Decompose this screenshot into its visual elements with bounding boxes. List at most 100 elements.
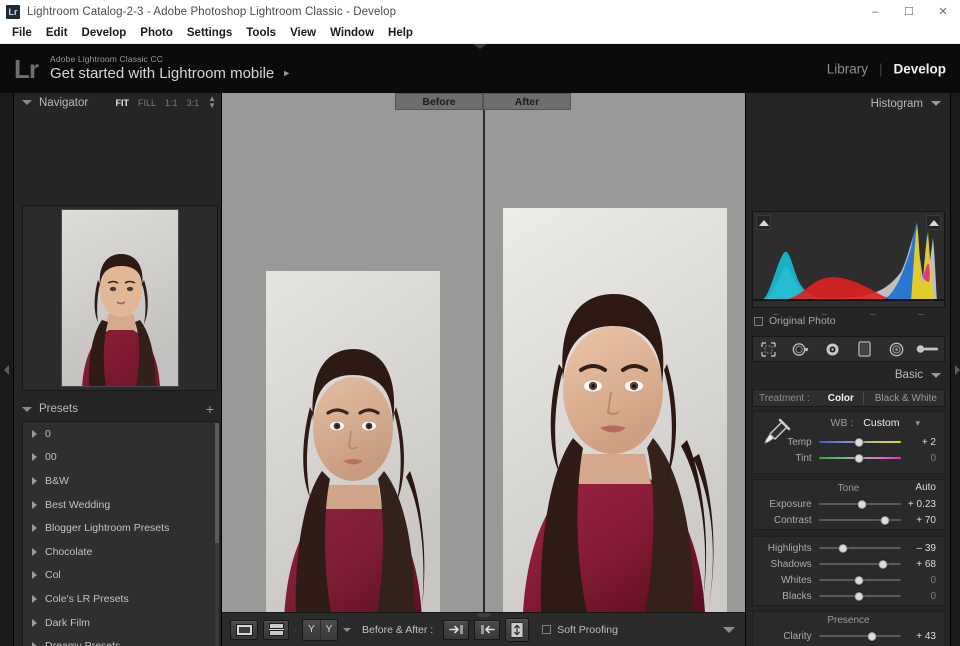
preset-expand-triangle-icon[interactable] (32, 477, 37, 485)
contrast-slider-row[interactable]: Contrast + 70 (753, 512, 944, 528)
toolbar-grip[interactable] (478, 613, 490, 617)
temp-slider[interactable] (819, 437, 901, 447)
presets-header[interactable]: Presets + (14, 399, 222, 419)
zoom-3-1[interactable]: 3:1 (187, 98, 200, 108)
preset-expand-triangle-icon[interactable] (32, 548, 37, 556)
menu-settings[interactable]: Settings (180, 25, 239, 41)
basic-panel-header[interactable]: Basic (746, 365, 951, 385)
highlights-slider-row[interactable]: Highlights – 39 (753, 540, 944, 556)
before-after-view-button[interactable] (263, 620, 289, 640)
white-balance-selector-button[interactable] (761, 418, 791, 446)
preset-expand-triangle-icon[interactable] (32, 501, 37, 509)
toggle-left-option[interactable]: Y (303, 620, 320, 640)
highlight-clipping-indicator[interactable] (926, 215, 941, 230)
preset-item[interactable]: Blogger Lightroom Presets (23, 516, 217, 540)
clarity-slider-knob[interactable] (868, 632, 877, 641)
before-pane[interactable] (222, 93, 483, 612)
preset-item[interactable]: 0 (23, 422, 217, 446)
wb-value[interactable]: Custom (863, 417, 899, 429)
blacks-slider[interactable] (819, 591, 901, 601)
histogram-header[interactable]: Histogram (746, 93, 951, 114)
zoom-fit[interactable]: FIT (116, 98, 130, 108)
red-eye-correction-tool[interactable] (821, 339, 845, 359)
preset-item[interactable]: B&W (23, 469, 217, 493)
module-library[interactable]: Library (827, 61, 868, 76)
preset-item[interactable]: Chocolate (23, 540, 217, 564)
tint-slider-knob[interactable] (855, 454, 864, 463)
tint-slider-row[interactable]: Tint 0 (753, 450, 944, 466)
radial-filter-tool[interactable] (884, 339, 908, 359)
shadow-clipping-indicator[interactable] (756, 215, 771, 230)
soft-proofing-control[interactable]: Soft Proofing (542, 624, 618, 636)
original-photo-row[interactable]: Original Photo (754, 315, 836, 327)
tint-slider[interactable] (819, 453, 901, 463)
shadows-slider[interactable] (819, 559, 901, 569)
copy-before-settings-button[interactable] (443, 620, 469, 640)
identity-headline-row[interactable]: Get started with Lightroom mobile ► (50, 65, 291, 82)
loupe-view-button[interactable] (230, 620, 258, 640)
whites-slider-knob[interactable] (855, 576, 864, 585)
preset-expand-triangle-icon[interactable] (32, 430, 37, 438)
zoom-1-1[interactable]: 1:1 (165, 98, 178, 108)
exposure-slider[interactable] (819, 499, 901, 509)
chevron-down-icon[interactable] (343, 628, 351, 632)
menu-file[interactable]: File (5, 25, 39, 41)
spot-removal-tool[interactable] (789, 339, 813, 359)
toggle-right-option[interactable]: Y (320, 620, 337, 640)
navigator-header[interactable]: Navigator FIT FILL 1:1 3:1 ▲▼ (14, 93, 222, 112)
preset-item[interactable]: Dark Film (23, 611, 217, 635)
preset-item[interactable]: Col (23, 564, 217, 588)
minimize-button[interactable]: – (858, 0, 892, 23)
preset-expand-triangle-icon[interactable] (32, 642, 37, 646)
temp-slider-knob[interactable] (855, 438, 864, 447)
toolbar-options-caret-icon[interactable] (723, 627, 735, 633)
preset-item[interactable]: 00 (23, 446, 217, 470)
preset-expand-triangle-icon[interactable] (32, 571, 37, 579)
right-panel-collapse-strip[interactable] (950, 93, 960, 646)
add-preset-icon[interactable]: + (206, 402, 214, 416)
left-panel-collapse-strip[interactable] (0, 93, 14, 646)
preset-expand-triangle-icon[interactable] (32, 619, 37, 627)
whites-slider[interactable] (819, 575, 901, 585)
zoom-stepper-icon[interactable]: ▲▼ (208, 96, 216, 109)
menu-tools[interactable]: Tools (239, 25, 283, 41)
copy-after-settings-button[interactable] (474, 620, 500, 640)
soft-proofing-checkbox[interactable] (542, 625, 551, 634)
preset-item[interactable]: Dreamy Presets (23, 634, 217, 646)
preset-item[interactable]: Cole's LR Presets (23, 587, 217, 611)
contrast-slider[interactable] (819, 515, 901, 525)
crop-overlay-tool[interactable] (757, 339, 781, 359)
preset-expand-triangle-icon[interactable] (32, 595, 37, 603)
shadows-slider-knob[interactable] (879, 560, 888, 569)
zoom-fill[interactable]: FILL (138, 98, 156, 108)
menu-develop[interactable]: Develop (75, 25, 134, 41)
menu-photo[interactable]: Photo (133, 25, 180, 41)
preset-item[interactable]: Best Wedding (23, 493, 217, 517)
highlights-slider-knob[interactable] (839, 544, 848, 553)
treatment-bw-option[interactable]: Black & White (875, 393, 944, 404)
menu-help[interactable]: Help (381, 25, 420, 41)
contrast-slider-knob[interactable] (880, 516, 889, 525)
before-after-mode-toggle[interactable]: Y Y (302, 619, 338, 641)
whites-slider-row[interactable]: Whites 0 (753, 572, 944, 588)
shadows-slider-row[interactable]: Shadows + 68 (753, 556, 944, 572)
auto-tone-button[interactable]: Auto (915, 482, 936, 493)
presets-list[interactable]: 000B&WBest WeddingBlogger Lightroom Pres… (22, 421, 218, 646)
graduated-filter-tool[interactable] (852, 339, 876, 359)
clarity-slider[interactable] (819, 631, 901, 641)
menu-view[interactable]: View (283, 25, 323, 41)
exposure-slider-row[interactable]: Exposure + 0.23 (753, 496, 944, 512)
menu-edit[interactable]: Edit (39, 25, 75, 41)
menu-window[interactable]: Window (323, 25, 381, 41)
treatment-color-option[interactable]: Color (828, 393, 854, 404)
preset-expand-triangle-icon[interactable] (32, 453, 37, 461)
histogram-panel[interactable] (752, 211, 945, 308)
wb-stepper-icon[interactable]: ▾ (915, 418, 920, 429)
module-develop[interactable]: Develop (893, 61, 946, 76)
clarity-slider-row[interactable]: Clarity + 43 (753, 628, 944, 644)
top-panel-collapse-caret[interactable] (473, 44, 487, 49)
blacks-slider-row[interactable]: Blacks 0 (753, 588, 944, 604)
swap-settings-button[interactable] (505, 618, 529, 642)
original-photo-checkbox[interactable] (754, 317, 763, 326)
exposure-slider-knob[interactable] (857, 500, 866, 509)
